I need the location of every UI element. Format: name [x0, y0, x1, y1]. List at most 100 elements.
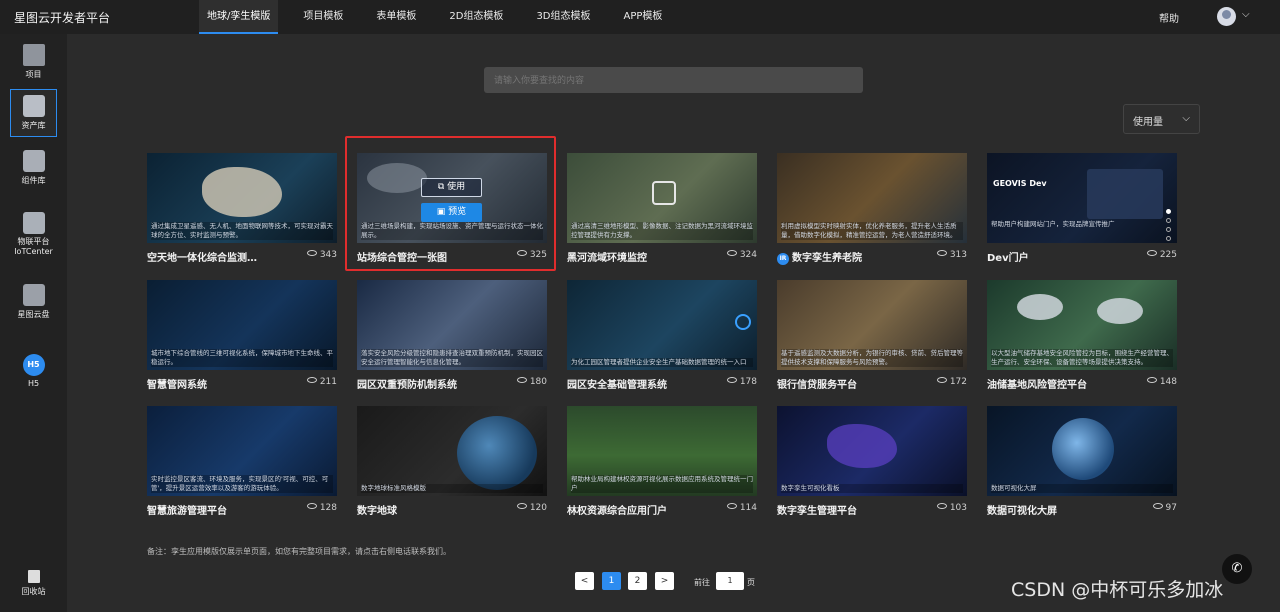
eye-icon	[936, 250, 947, 256]
chevron-down-icon[interactable]: ⌵	[1242, 9, 1250, 20]
tab-2d-template[interactable]: 2D组态模板	[441, 0, 511, 34]
template-thumbnail[interactable]: 帮助林业局构建林权资源可视化展示数据应用系统及管理统一门户	[567, 406, 757, 496]
sidebar-item-iot[interactable]: 物联平台 IoTCenter	[10, 212, 57, 260]
tab-form-template[interactable]: 表单模板	[368, 0, 424, 34]
template-thumbnail[interactable]: 城市地下综合管线的三维可视化系统，保障城市地下生命线、平稳运行。	[147, 280, 337, 370]
eye-icon	[726, 503, 737, 509]
template-card[interactable]: 基于遥感监测及大数据分析，为银行的审核、贷前、贷后管理等提供技术支撑和保障服务与…	[777, 280, 967, 392]
use-template-button[interactable]: ⧉ 使用	[421, 178, 482, 197]
sidebar-item-label: 星图云盘	[17, 310, 50, 319]
preview-icon: ▣	[436, 207, 449, 217]
trash-icon	[27, 570, 40, 583]
ir-badge-icon: IR	[777, 253, 789, 265]
search-input[interactable]	[484, 67, 863, 93]
template-thumbnail[interactable]: 落实安全风险分级管控和隐患排查治理双重预防机制，实现园区安全运行管理智能化与信息…	[357, 280, 547, 370]
eye-icon	[1146, 377, 1157, 383]
template-title: 园区安全基础管理系统	[567, 380, 667, 391]
template-title: 空天地一体化综合监测…	[147, 253, 257, 264]
tab-earth-twin-template[interactable]: 地球/孪生模版	[199, 0, 279, 34]
template-card[interactable]: 通过集成卫星遥感、无人机、地面物联网等技术，可实现对霸天球的全方位、实时监测与预…	[147, 153, 337, 265]
page-1-button[interactable]: 1	[602, 572, 621, 590]
template-card[interactable]: 利用虚拟模型实时映射实体，优化养老服务，提升老人生活质量，借助数字化模拟，精准管…	[777, 153, 967, 265]
component-icon	[22, 150, 45, 172]
template-card[interactable]: 为化工园区管理者提供企业安全生产基础数据管理的统一入口 园区安全基础管理系统 1…	[567, 280, 757, 392]
carousel-dot[interactable]	[1166, 227, 1171, 232]
view-count: 103	[936, 503, 967, 513]
sidebar-item-project[interactable]: 项目	[10, 44, 57, 82]
template-title: 黑河流域环境监控	[567, 253, 647, 264]
carousel-dot[interactable]	[1166, 218, 1171, 223]
sort-select[interactable]: 使用量 ⌵	[1123, 104, 1200, 134]
phone-contact-button[interactable]: ✆	[1222, 554, 1252, 584]
template-title: 园区双重预防机制系统	[357, 380, 457, 391]
template-description: 以大型油气储存基地安全风险管控为目标，围绕生产经营管理、生产运行、安全环保、设备…	[991, 349, 1173, 367]
view-count: 324	[726, 250, 757, 260]
template-thumbnail[interactable]: 实时监控景区客流、环境及服务，实现景区的'可视、可控、可管'，提升景区运营效率以…	[147, 406, 337, 496]
tab-3d-template[interactable]: 3D组态模板	[528, 0, 598, 34]
template-title: 数字孪生管理平台	[777, 506, 857, 517]
template-card[interactable]: 数据可视化大屏 数据可视化大屏 97	[987, 406, 1177, 518]
iot-icon	[22, 212, 45, 234]
view-count: 313	[936, 250, 967, 260]
template-description: 通过高清三维地形模型、影像数据、注记数据为黑河流域环境监控管理提供有力支撑。	[571, 222, 753, 240]
template-thumbnail[interactable]: 以大型油气储存基地安全风险管控为目标，围绕生产经营管理、生产运行、安全环保、设备…	[987, 280, 1177, 370]
cloud-disk-icon	[22, 284, 45, 306]
template-card[interactable]: GEOVIS Dev 帮助用户构建网站门户，实现品牌宣传推广 Dev门户 225	[987, 153, 1177, 265]
template-description: 数字孪生可视化看板	[781, 484, 963, 493]
template-thumbnail[interactable]: 利用虚拟模型实时映射实体，优化养老服务，提升老人生活质量，借助数字化模拟，精准管…	[777, 153, 967, 243]
template-description: 数据可视化大屏	[991, 484, 1173, 493]
eye-icon	[306, 377, 317, 383]
template-title: 智慧旅游管理平台	[147, 506, 227, 517]
sidebar-item-h5[interactable]: H5 H5	[10, 354, 57, 394]
template-thumbnail[interactable]: 通过集成卫星遥感、无人机、地面物联网等技术，可实现对霸天球的全方位、实时监测与预…	[147, 153, 337, 243]
sidebar-item-assets[interactable]: 资产库	[10, 89, 57, 137]
view-count: 225	[1146, 250, 1177, 260]
sidebar-item-components[interactable]: 组件库	[10, 150, 57, 188]
template-thumbnail[interactable]: 数据可视化大屏	[987, 406, 1177, 496]
template-card[interactable]: 通过高清三维地形模型、影像数据、注记数据为黑河流域环境监控管理提供有力支撑。 黑…	[567, 153, 757, 265]
template-card[interactable]: 城市地下综合管线的三维可视化系统，保障城市地下生命线、平稳运行。 智慧管网系统 …	[147, 280, 337, 392]
sidebar-item-cloud-disk[interactable]: 星图云盘	[10, 284, 57, 322]
template-thumbnail[interactable]: 数字地球标准风格模版	[357, 406, 547, 496]
view-count: 120	[516, 503, 547, 513]
help-link[interactable]: 帮助	[1159, 10, 1179, 25]
template-card[interactable]: 实时监控景区客流、环境及服务，实现景区的'可视、可控、可管'，提升景区运营效率以…	[147, 406, 337, 518]
template-description: 数字地球标准风格模版	[361, 484, 543, 493]
top-bar: 星图云开发者平台 地球/孪生模版 项目模板 表单模板 2D组态模板 3D组态模板…	[0, 0, 1280, 34]
prev-page-button[interactable]: <	[575, 572, 594, 590]
template-thumbnail[interactable]: 通过高清三维地形模型、影像数据、注记数据为黑河流域环境监控管理提供有力支撑。	[567, 153, 757, 243]
template-card[interactable]: 帮助林业局构建林权资源可视化展示数据应用系统及管理统一门户 林权资源综合应用门户…	[567, 406, 757, 518]
template-description: 落实安全风险分级管控和隐患排查治理双重预防机制，实现园区安全运行管理智能化与信息…	[361, 349, 543, 367]
eye-icon	[1152, 503, 1163, 509]
sort-label: 使用量	[1133, 117, 1163, 128]
view-count: 211	[306, 377, 337, 387]
carousel-dots	[1166, 209, 1172, 245]
preview-template-button[interactable]: ▣ 预览	[421, 203, 482, 222]
eye-icon	[516, 377, 527, 383]
carousel-dot[interactable]	[1166, 209, 1171, 214]
next-page-button[interactable]: >	[655, 572, 674, 590]
template-thumbnail[interactable]: 数字孪生可视化看板	[777, 406, 967, 496]
carousel-dot[interactable]	[1166, 236, 1171, 241]
eye-icon	[726, 250, 737, 256]
sidebar-item-recycle-bin[interactable]: 回收站	[10, 570, 57, 608]
tab-app-template[interactable]: APP模板	[616, 0, 671, 34]
template-card[interactable]: 数字地球标准风格模版 数字地球 120	[357, 406, 547, 518]
template-title: 油储基地风险管控平台	[987, 380, 1087, 391]
template-card[interactable]: 数字孪生可视化看板 数字孪生管理平台 103	[777, 406, 967, 518]
template-title: 林权资源综合应用门户	[567, 506, 667, 517]
view-count: 180	[516, 377, 547, 387]
template-thumbnail[interactable]: GEOVIS Dev 帮助用户构建网站门户，实现品牌宣传推广	[987, 153, 1177, 243]
goto-page-input[interactable]: 1	[716, 572, 744, 590]
page-2-button[interactable]: 2	[628, 572, 647, 590]
template-thumbnail[interactable]: 为化工园区管理者提供企业安全生产基础数据管理的统一入口	[567, 280, 757, 370]
main-nav: 地球/孪生模版 项目模板 表单模板 2D组态模板 3D组态模板 APP模板	[199, 0, 687, 34]
template-card[interactable]: 以大型油气储存基地安全风险管控为目标，围绕生产经营管理、生产运行、安全环保、设备…	[987, 280, 1177, 392]
avatar[interactable]	[1217, 7, 1236, 26]
template-title: 数据可视化大屏	[987, 506, 1057, 517]
template-thumbnail[interactable]: 基于遥感监测及大数据分析，为银行的审核、贷前、贷后管理等提供技术支撑和保障服务与…	[777, 280, 967, 370]
view-count: 97	[1152, 503, 1177, 513]
template-description: 基于遥感监测及大数据分析，为银行的审核、贷前、贷后管理等提供技术支撑和保障服务与…	[781, 349, 963, 367]
tab-project-template[interactable]: 项目模板	[295, 0, 351, 34]
template-card[interactable]: 落实安全风险分级管控和隐患排查治理双重预防机制，实现园区安全运行管理智能化与信息…	[357, 280, 547, 392]
